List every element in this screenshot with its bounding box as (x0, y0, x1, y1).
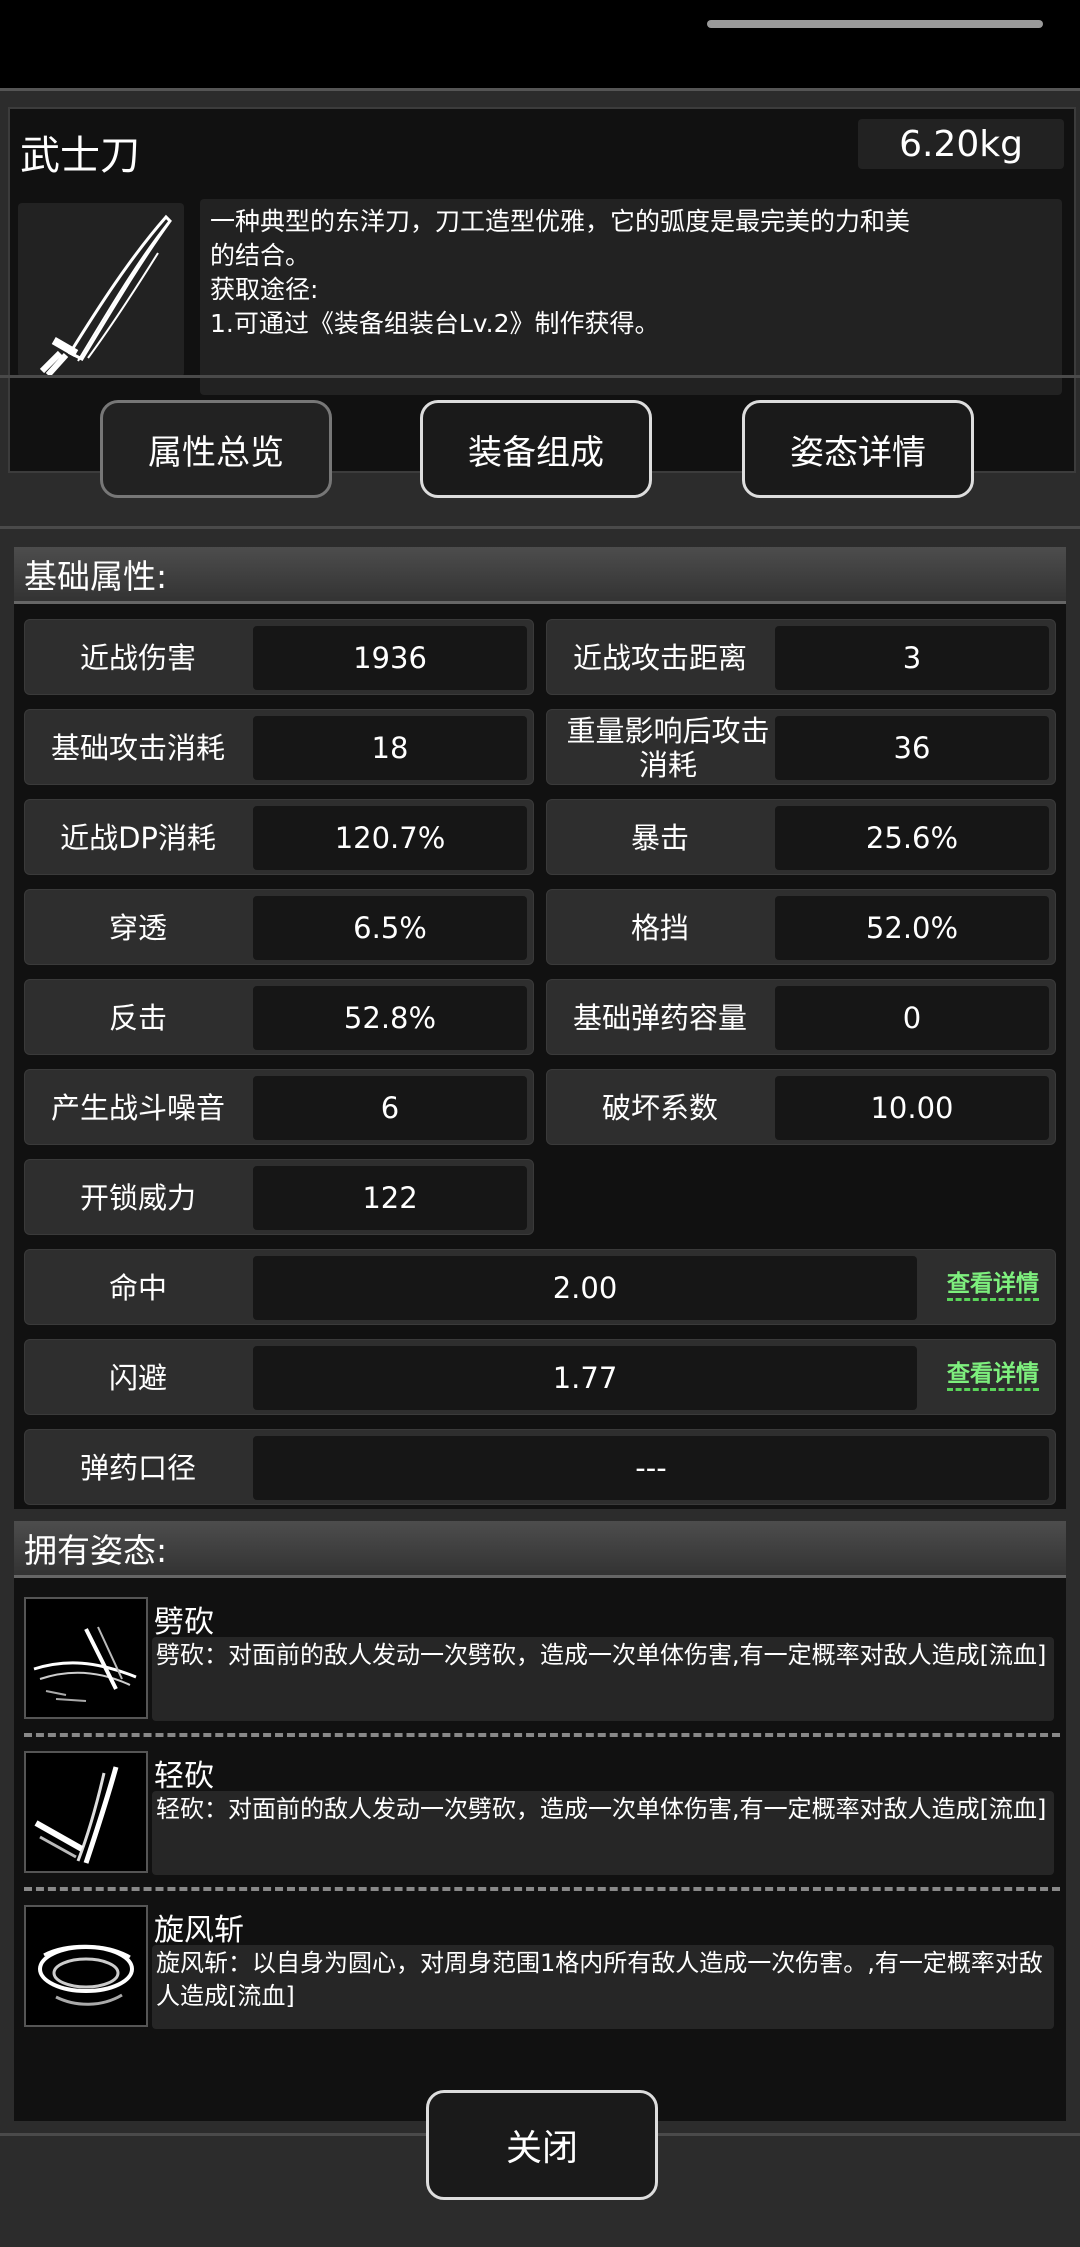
stat-label: 重量影响后攻击消耗 (566, 714, 770, 782)
divider (24, 1887, 1060, 1891)
stat-melee-dp-cost: 近战DP消耗 120.7% (24, 799, 534, 875)
stance-name: 旋风斩 (154, 1913, 244, 1948)
tab-overview[interactable]: 属性总览 (100, 400, 332, 498)
item-weight: 6.20kg (858, 119, 1064, 169)
slash-icon (24, 1597, 148, 1719)
accuracy-details-link[interactable]: 查看详情 (947, 1270, 1039, 1301)
stat-label: 弹药口径 (79, 1451, 196, 1485)
stat-label: 闪避 (108, 1361, 167, 1395)
stat-label: 命中 (108, 1271, 167, 1305)
stat-label: 产生战斗噪音 (50, 1091, 225, 1125)
stat-value: 52.8% (253, 986, 527, 1050)
close-button[interactable]: 关闭 (426, 2090, 658, 2200)
stance-item[interactable]: 旋风斩 旋风斩：以自身为圆心，对周身范围1格内所有敌人造成一次伤害。,有一定概率… (14, 1901, 1066, 2035)
desc-line: 的结合。 (210, 241, 311, 270)
stat-value: 6 (253, 1076, 527, 1140)
stat-label: 穿透 (108, 911, 167, 945)
stat-melee-range: 近战攻击距离 3 (546, 619, 1056, 695)
stat-lockpick-power: 开锁威力 122 (24, 1159, 534, 1235)
stat-value: 120.7% (253, 806, 527, 870)
desc-line: 一种典型的东洋刀，刀工造型优雅，它的弧度是最完美的力和美 (210, 207, 911, 236)
stat-value: 1936 (253, 626, 527, 690)
desc-line: 获取途径: (210, 275, 319, 304)
stat-value: 1.77 (253, 1346, 917, 1410)
stat-label: 开锁威力 (79, 1181, 196, 1215)
stat-value: 2.00 (253, 1256, 917, 1320)
stat-base-attack-cost: 基础攻击消耗 18 (24, 709, 534, 785)
stat-value: 6.5% (253, 896, 527, 960)
stat-value: 52.0% (775, 896, 1049, 960)
stat-value: 3 (775, 626, 1049, 690)
stat-penetration: 穿透 6.5% (24, 889, 534, 965)
stat-value: 25.6% (775, 806, 1049, 870)
stat-value: 36 (775, 716, 1049, 780)
stance-item[interactable]: 劈砍 劈砍：对面前的敌人发动一次劈砍，造成一次单体伤害,有一定概率对敌人造成[流… (14, 1593, 1066, 1727)
evasion-details-link[interactable]: 查看详情 (947, 1360, 1039, 1391)
stat-label: 近战DP消耗 (60, 821, 216, 855)
stance-item[interactable]: 轻砍 轻砍：对面前的敌人发动一次劈砍，造成一次单体伤害,有一定概率对敌人造成[流… (14, 1747, 1066, 1881)
stance-name: 劈砍 (154, 1605, 214, 1640)
stat-block: 格挡 52.0% (546, 889, 1056, 965)
stat-crit: 暴击 25.6% (546, 799, 1056, 875)
katana-icon (18, 203, 184, 378)
divider (24, 1733, 1060, 1737)
stat-value: 10.00 (775, 1076, 1049, 1140)
stance-description: 轻砍：对面前的敌人发动一次劈砍，造成一次单体伤害,有一定概率对敌人造成[流血] (152, 1791, 1054, 1875)
item-detail-panel: 武士刀 6.20kg 一种典型的东洋刀，刀工造型优雅，它的弧度是最完美的力和美 … (0, 88, 1080, 2247)
stat-label: 近战伤害 (79, 641, 196, 675)
home-indicator (707, 20, 1043, 28)
item-name: 武士刀 (20, 133, 140, 179)
stat-value: 122 (253, 1166, 527, 1230)
stat-value: 0 (775, 986, 1049, 1050)
whirlwind-icon (24, 1905, 148, 2027)
stat-label: 破坏系数 (601, 1091, 718, 1125)
desc-line: 1.可通过《装备组装台Lv.2》制作获得。 (210, 309, 660, 338)
stance-description: 旋风斩：以自身为圆心，对周身范围1格内所有敌人造成一次伤害。,有一定概率对敌人造… (152, 1945, 1054, 2029)
stances-section: 拥有姿态: 劈砍 劈砍：对面前的敌人发动一次劈砍，造成一次单体伤害,有一定概率对… (14, 1521, 1066, 2121)
stat-melee-damage: 近战伤害 1936 (24, 619, 534, 695)
stat-weighted-attack-cost: 重量影响后攻击消耗 36 (546, 709, 1056, 785)
stat-evasion: 闪避 1.77 查看详情 (24, 1339, 1056, 1415)
section-title: 基础属性: (14, 547, 1066, 604)
stat-combat-noise: 产生战斗噪音 6 (24, 1069, 534, 1145)
base-stats-section: 基础属性: 近战伤害 1936 近战攻击距离 3 基础攻击消耗 18 重量影响后… (14, 547, 1066, 1509)
tab-stance-details[interactable]: 姿态详情 (742, 400, 974, 498)
stat-counter: 反击 52.8% (24, 979, 534, 1055)
stance-description: 劈砍：对面前的敌人发动一次劈砍，造成一次单体伤害,有一定概率对敌人造成[流血] (152, 1637, 1054, 1721)
stat-accuracy: 命中 2.00 查看详情 (24, 1249, 1056, 1325)
tab-bar: 属性总览 装备组成 姿态详情 (0, 375, 1080, 529)
stat-value: --- (253, 1436, 1049, 1500)
stat-label: 基础攻击消耗 (50, 731, 225, 765)
light-slash-icon (24, 1751, 148, 1873)
stat-label: 格挡 (630, 911, 689, 945)
stat-ammo-capacity: 基础弹药容量 0 (546, 979, 1056, 1055)
stat-label: 近战攻击距离 (572, 641, 747, 675)
stat-value: 18 (253, 716, 527, 780)
item-description: 一种典型的东洋刀，刀工造型优雅，它的弧度是最完美的力和美 的结合。 获取途径: … (200, 199, 1062, 395)
section-title: 拥有姿态: (14, 1521, 1066, 1578)
tab-composition[interactable]: 装备组成 (420, 400, 652, 498)
stat-ammo-caliber: 弹药口径 --- (24, 1429, 1056, 1505)
stat-label: 暴击 (630, 821, 689, 855)
stance-name: 轻砍 (154, 1759, 214, 1794)
stat-label: 基础弹药容量 (572, 1001, 747, 1035)
stat-label: 反击 (108, 1001, 167, 1035)
stat-destruction: 破坏系数 10.00 (546, 1069, 1056, 1145)
